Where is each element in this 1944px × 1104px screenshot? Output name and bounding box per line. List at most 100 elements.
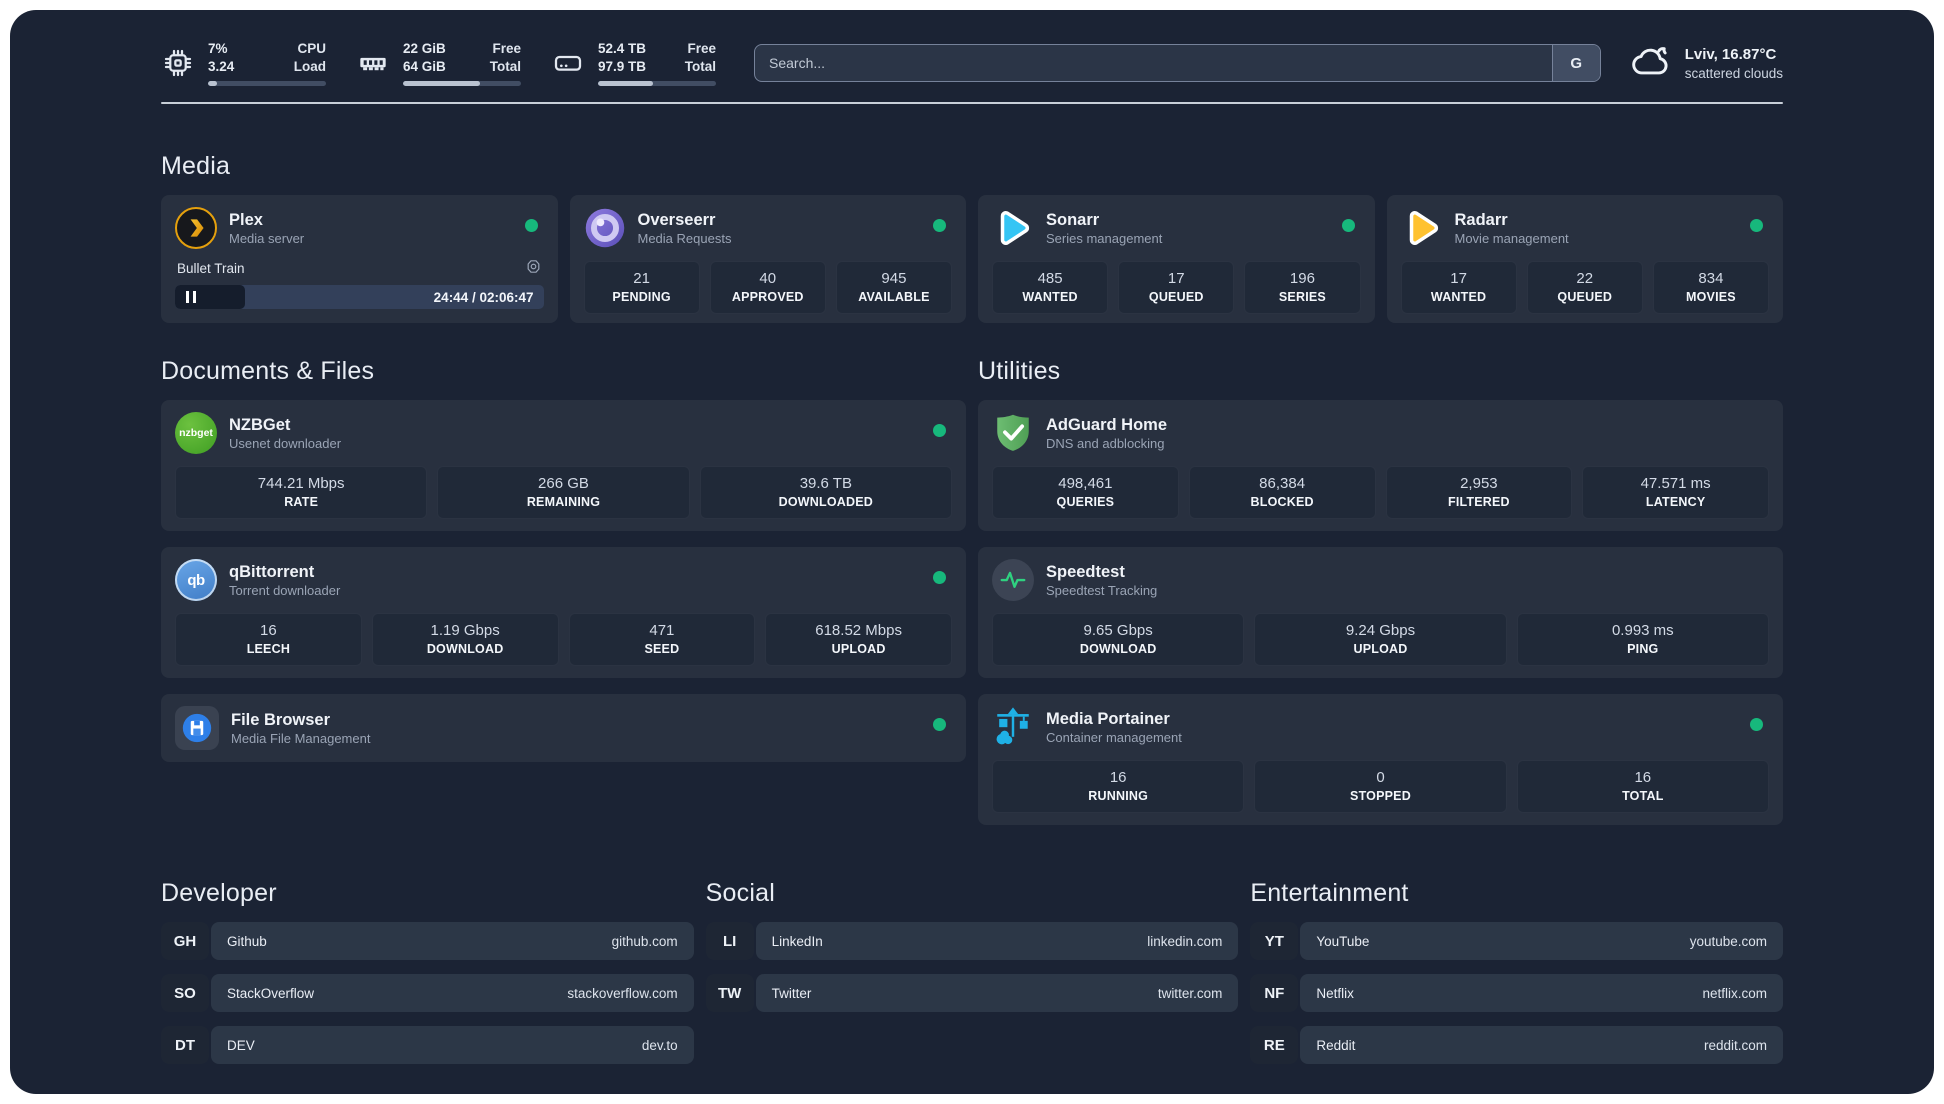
stat-movies: 834 MOVIES bbox=[1652, 261, 1770, 314]
app-name: File Browser bbox=[231, 710, 331, 729]
link-badge: LI bbox=[705, 922, 754, 960]
status-dot bbox=[933, 424, 946, 437]
stat-download: 1.19 Gbps DOWNLOAD bbox=[371, 613, 559, 666]
cpu-usage-value: 7% bbox=[208, 41, 228, 57]
link-badge: RE bbox=[1250, 1026, 1299, 1064]
speedtest-icon bbox=[992, 559, 1034, 601]
search-input[interactable] bbox=[755, 45, 1600, 81]
stat-available: 945 AVAILABLE bbox=[835, 261, 953, 314]
link-reddit[interactable]: RE Reddit reddit.com bbox=[1250, 1026, 1783, 1064]
status-dot bbox=[933, 219, 946, 232]
section-title-social: Social bbox=[705, 879, 775, 907]
stat-queued: 17 QUEUED bbox=[1118, 261, 1235, 314]
stat-wanted: 17 WANTED bbox=[1400, 261, 1517, 314]
entertainment-links: Entertainment YT YouTube youtube.com NF … bbox=[1250, 879, 1783, 1064]
developer-links: Developer GH Github github.com SO StackO… bbox=[161, 879, 694, 1064]
app-description: Container management bbox=[1046, 730, 1182, 746]
app-description: DNS and adblocking bbox=[1046, 436, 1165, 452]
stat-upload: 9.24 Gbps UPLOAD bbox=[1254, 613, 1507, 666]
link-linkedin[interactable]: LI LinkedIn linkedin.com bbox=[705, 922, 1239, 960]
disk-total-label: Total bbox=[684, 59, 716, 74]
app-name: qBittorrent bbox=[229, 562, 315, 581]
stat-latency: 47.571 ms LATENCY bbox=[1582, 466, 1769, 519]
weather-widget: Lviv, 16.87°C scattered clouds bbox=[1629, 39, 1783, 88]
app-card-overseerr[interactable]: Overseerr Media Requests 21 PENDING 40 A… bbox=[569, 195, 966, 323]
links-section: Developer GH Github github.com SO StackO… bbox=[161, 879, 1783, 1064]
search-engine-button[interactable]: G bbox=[1551, 45, 1600, 81]
search-bar: G bbox=[754, 44, 1601, 82]
playback-time: 24:44 / 02:06:47 bbox=[433, 289, 534, 305]
stat-wanted: 485 WANTED bbox=[992, 261, 1109, 314]
section-title-developer: Developer bbox=[161, 879, 277, 907]
ram-free-value: 22 GiB bbox=[403, 41, 446, 57]
app-description: Media server bbox=[229, 231, 305, 247]
section-title-documents: Documents & Files bbox=[161, 357, 375, 385]
app-card-nzbget[interactable]: nzbget NZBGet Usenet downloader 744.21 M… bbox=[161, 400, 966, 531]
link-netflix[interactable]: NF Netflix netflix.com bbox=[1250, 974, 1783, 1012]
link-twitter[interactable]: TW Twitter twitter.com bbox=[705, 974, 1239, 1012]
app-description: Movie management bbox=[1454, 231, 1569, 247]
stat-queued: 22 QUEUED bbox=[1526, 261, 1643, 314]
app-name: Overseerr bbox=[637, 210, 716, 229]
section-title-entertainment: Entertainment bbox=[1250, 879, 1409, 907]
link-badge: DT bbox=[161, 1026, 209, 1064]
section-title-utilities: Utilities bbox=[978, 357, 1061, 385]
dashboard-panel: 7% 3.24 CPU Load 22 GiB 64 GiB Free Tota… bbox=[10, 10, 1934, 1094]
link-stackoverflow[interactable]: SO StackOverflow stackoverflow.com bbox=[161, 974, 694, 1012]
filebrowser-icon bbox=[175, 706, 219, 750]
video-session-icon bbox=[525, 258, 542, 278]
app-card-adguard[interactable]: AdGuard Home DNS and adblocking 498,461 … bbox=[978, 400, 1783, 531]
app-card-radarr[interactable]: Radarr Movie management 17 WANTED 22 QUE… bbox=[1386, 195, 1783, 323]
app-description: Media Requests bbox=[637, 231, 732, 247]
qbittorrent-icon: qb bbox=[175, 559, 217, 601]
section-title-media: Media bbox=[161, 152, 231, 180]
sonarr-icon bbox=[992, 207, 1034, 249]
stat-download: 9.65 Gbps DOWNLOAD bbox=[992, 613, 1245, 666]
cloud-icon bbox=[1629, 39, 1673, 88]
app-card-filebrowser[interactable]: File Browser Media File Management bbox=[161, 694, 966, 762]
utilities-column: Utilities AdGuard Home DNS and adblockin… bbox=[978, 357, 1783, 825]
media-cards-row: Plex Media server Bullet Train 24:44 / 0… bbox=[161, 195, 1783, 323]
status-dot bbox=[933, 571, 946, 584]
nzbget-icon-text: nzbget bbox=[179, 427, 213, 439]
pause-icon bbox=[186, 291, 196, 303]
link-badge: NF bbox=[1250, 974, 1299, 1012]
playback-progress-bar[interactable]: 24:44 / 02:06:47 bbox=[175, 285, 544, 309]
link-github[interactable]: GH Github github.com bbox=[161, 922, 694, 960]
app-card-plex[interactable]: Plex Media server Bullet Train 24:44 / 0… bbox=[161, 195, 558, 323]
app-description: Speedtest Tracking bbox=[1046, 583, 1158, 599]
app-description: Series management bbox=[1046, 231, 1163, 247]
adguard-icon bbox=[992, 412, 1034, 454]
stat-total: 16 TOTAL bbox=[1516, 760, 1769, 813]
ram-total-value: 64 GiB bbox=[403, 59, 446, 74]
link-badge: GH bbox=[161, 922, 209, 960]
cpu-metric: 7% 3.24 CPU Load bbox=[161, 40, 326, 86]
disk-free-label: Free bbox=[687, 41, 716, 57]
ram-free-label: Free bbox=[492, 41, 521, 57]
plex-icon bbox=[175, 207, 217, 249]
app-description: Media File Management bbox=[231, 731, 371, 747]
stat-rate: 744.21 Mbps RATE bbox=[175, 466, 428, 519]
topbar-divider bbox=[161, 102, 1783, 104]
stat-remaining: 266 GB REMAINING bbox=[437, 466, 690, 519]
disk-progress-bar bbox=[598, 80, 716, 86]
qbittorrent-icon-text: qb bbox=[187, 571, 205, 589]
disk-total-value: 97.9 TB bbox=[598, 59, 647, 74]
cpu-label: CPU bbox=[297, 41, 326, 57]
link-youtube[interactable]: YT YouTube youtube.com bbox=[1250, 922, 1783, 960]
stat-ping: 0.993 ms PING bbox=[1516, 613, 1769, 666]
link-dev-to[interactable]: DT DEV dev.to bbox=[161, 1026, 694, 1064]
stat-upload: 618.52 Mbps UPLOAD bbox=[765, 613, 952, 666]
overseerr-icon bbox=[584, 207, 626, 249]
app-card-portainer[interactable]: Media Portainer Container management 16 … bbox=[978, 694, 1783, 825]
app-card-speedtest[interactable]: Speedtest Speedtest Tracking 9.65 Gbps D… bbox=[978, 547, 1783, 678]
app-card-qbittorrent[interactable]: qb qBittorrent Torrent downloader 16 LEE… bbox=[161, 547, 966, 678]
status-dot bbox=[933, 718, 946, 731]
stat-approved: 40 APPROVED bbox=[709, 261, 826, 314]
app-card-sonarr[interactable]: Sonarr Series management 485 WANTED 17 Q… bbox=[978, 195, 1375, 323]
app-name: NZBGet bbox=[229, 415, 291, 434]
documents-column: Documents & Files nzbget NZBGet Usenet d… bbox=[161, 357, 966, 825]
load-label: Load bbox=[293, 59, 326, 74]
now-playing-title: Bullet Train bbox=[177, 260, 245, 276]
link-badge: SO bbox=[161, 974, 209, 1012]
